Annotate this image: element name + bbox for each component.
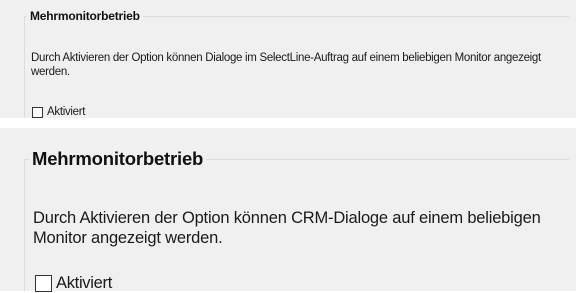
activated-checkbox-row[interactable]: Aktiviert <box>35 274 112 293</box>
option-description: Durch Aktivieren der Option können Dialo… <box>31 52 541 78</box>
multi-monitor-group-crm: Mehrmonitorbetrieb Durch Aktivieren der … <box>24 148 569 293</box>
multi-monitor-group: Mehrmonitorbetrieb Durch Aktivieren der … <box>24 9 569 118</box>
group-title: Mehrmonitorbetrieb <box>30 9 140 23</box>
settings-panel-small: Mehrmonitorbetrieb Durch Aktivieren der … <box>0 0 576 118</box>
group-title: Mehrmonitorbetrieb <box>32 148 204 169</box>
activated-checkbox-label[interactable]: Aktiviert <box>47 106 86 118</box>
activated-checkbox-label[interactable]: Aktiviert <box>56 274 112 293</box>
activated-checkbox-row[interactable]: Aktiviert <box>32 106 86 118</box>
activated-checkbox[interactable] <box>32 106 43 118</box>
option-description: Durch Aktivieren der Option können CRM-D… <box>33 209 541 247</box>
activated-checkbox[interactable] <box>35 275 52 292</box>
